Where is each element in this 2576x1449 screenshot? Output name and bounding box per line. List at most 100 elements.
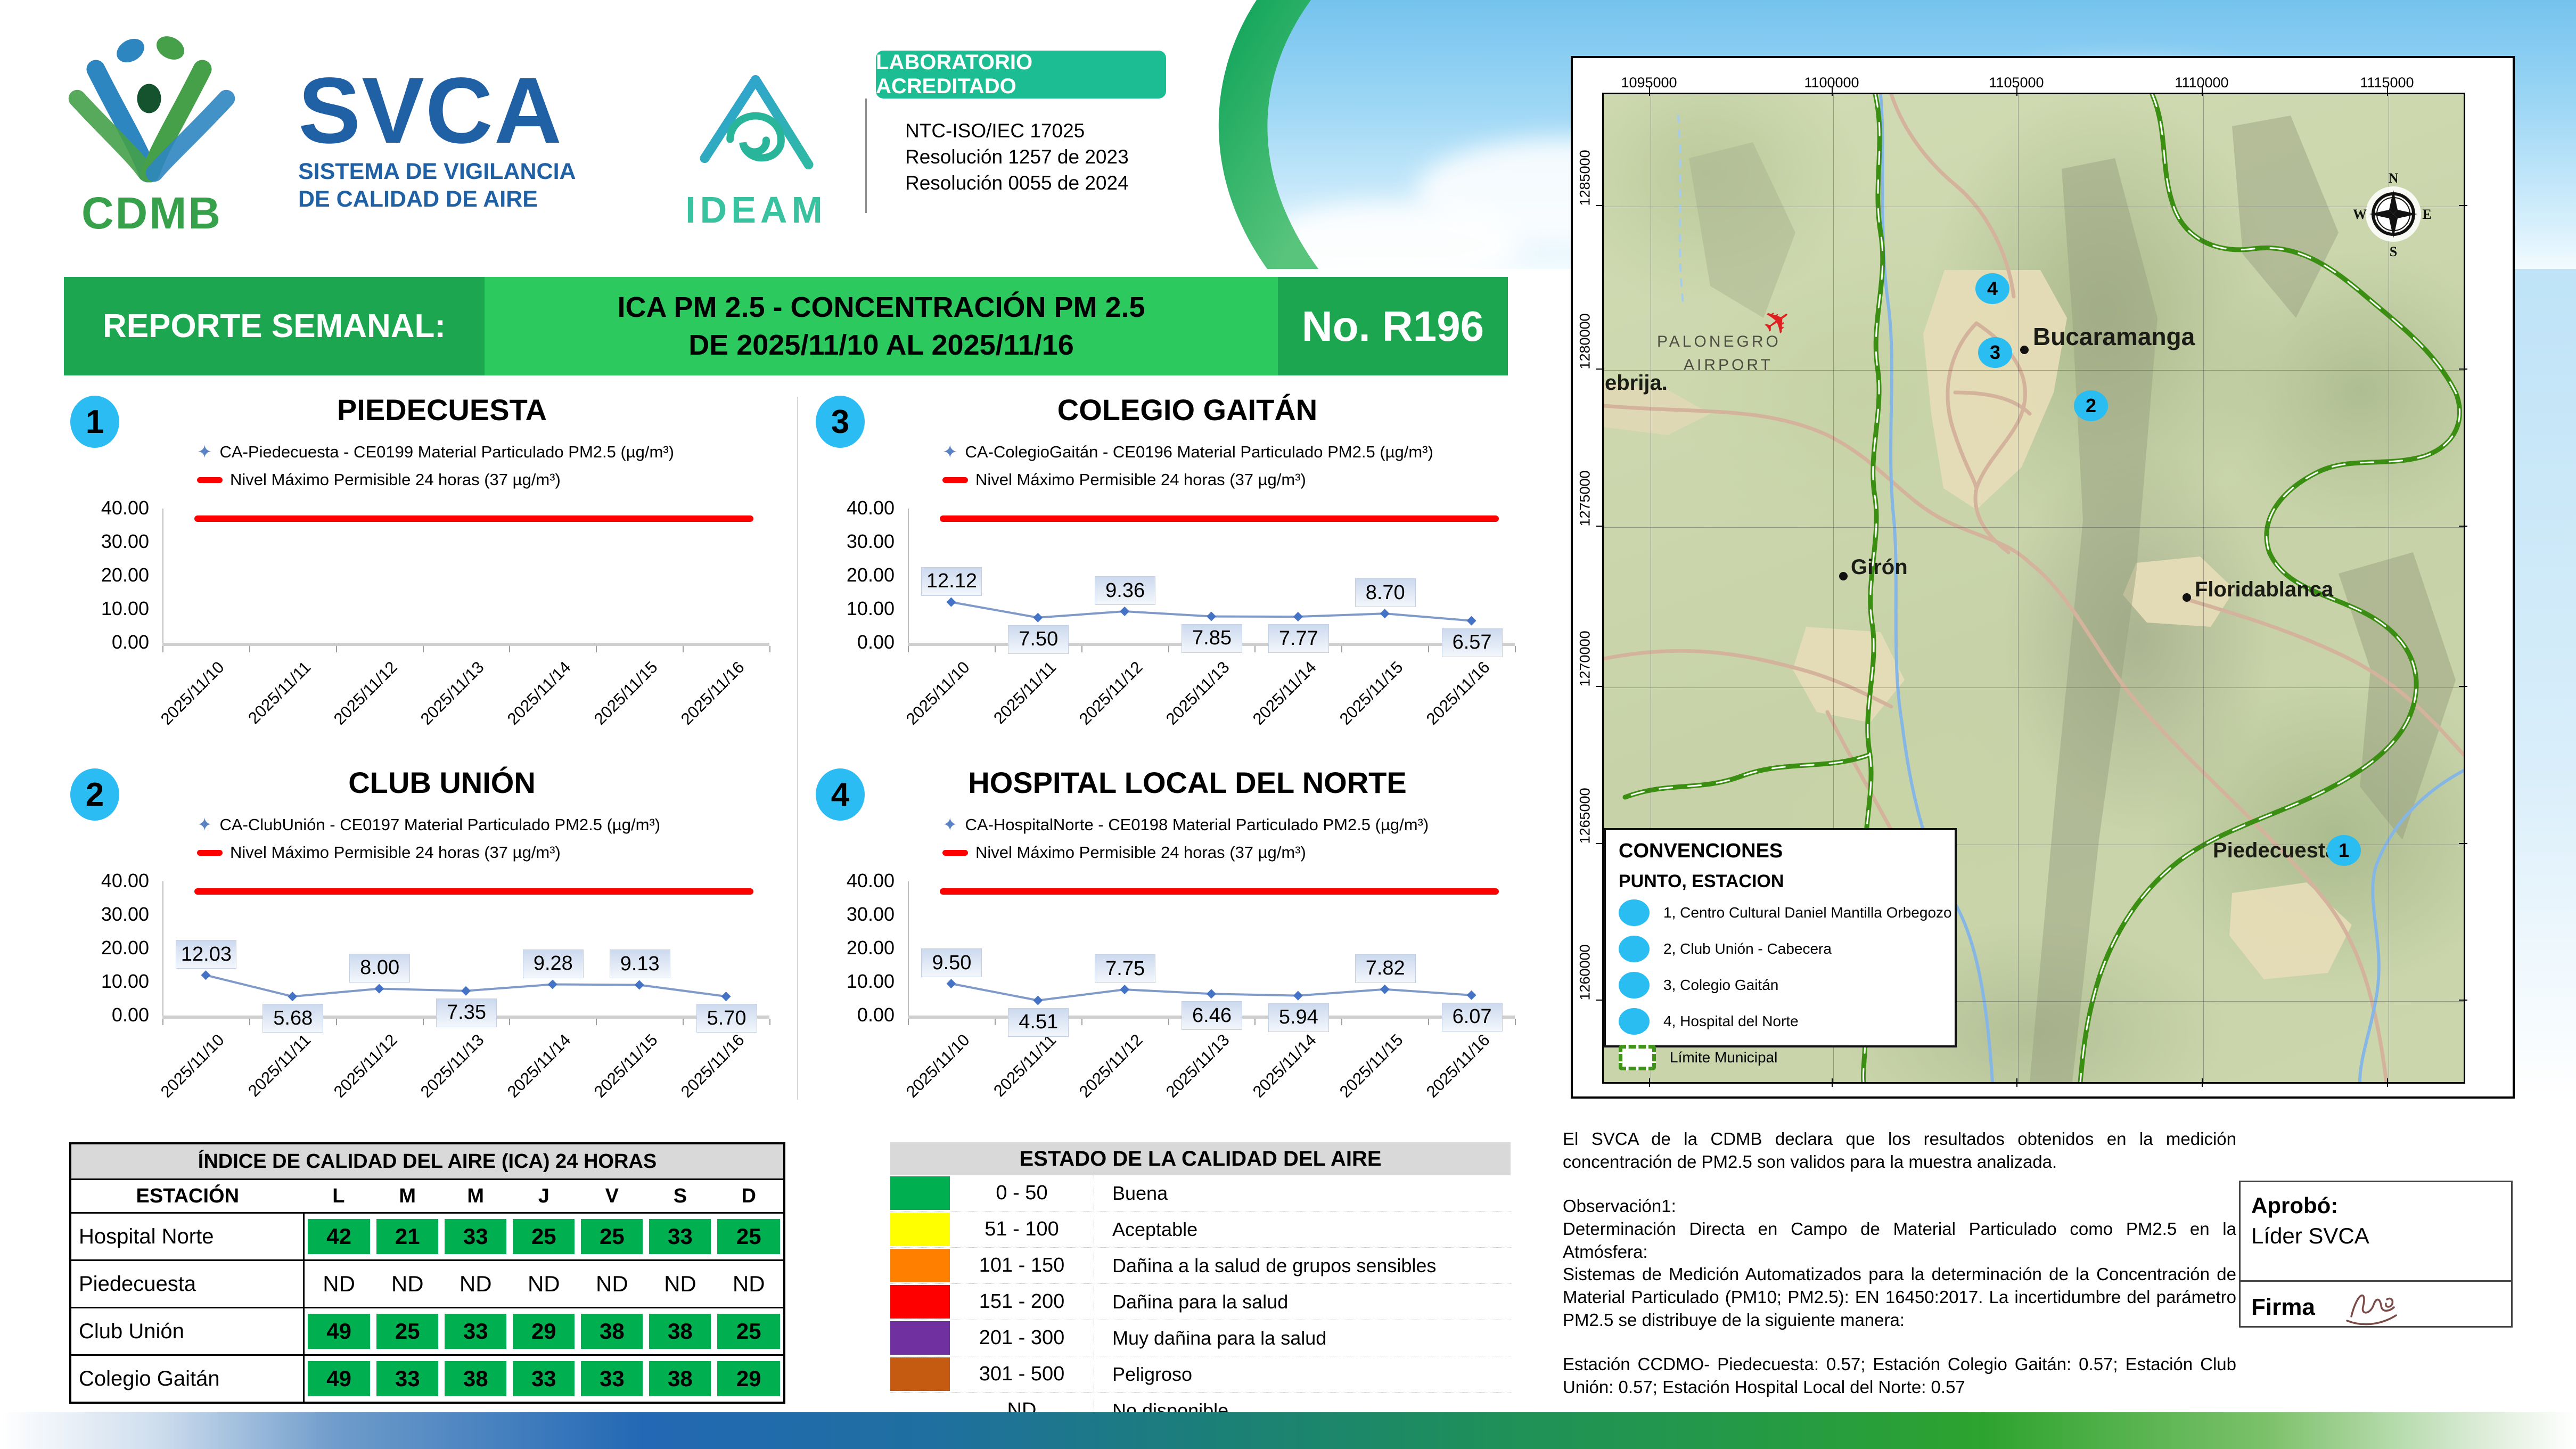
- ica-value-cell: ND: [513, 1266, 575, 1301]
- estado-label: Peligroso: [1094, 1356, 1511, 1392]
- data-point-label: 6.57: [1441, 628, 1503, 657]
- map-y-tickmark: [2459, 686, 2467, 687]
- map-y-coordinate-label: 1270000: [1577, 631, 1593, 687]
- signature-cell: Firma: [2241, 1282, 2511, 1332]
- data-point-label: 4.51: [1008, 1008, 1069, 1037]
- data-point-label: 6.46: [1182, 1001, 1242, 1030]
- ica-value: 49: [303, 1355, 374, 1404]
- estado-range: 101 - 150: [979, 1254, 1065, 1276]
- ideam-logo-icon: [700, 75, 814, 170]
- estado-table-title: ESTADO DE LA CALIDAD DEL AIRE: [890, 1142, 1511, 1175]
- estado-color-swatch: [890, 1249, 950, 1282]
- y-axis-tick-label: 20.00: [101, 564, 149, 586]
- x-axis-date-label: 2025/11/10: [157, 658, 228, 728]
- ica-value-cell: 25: [513, 1219, 575, 1254]
- chart-club-union: 2 CLUB UNIÓN ✦ CA-ClubUnión - CE0197 Mat…: [64, 764, 788, 1132]
- estado-color-swatch: [890, 1285, 950, 1319]
- map-y-tickmark: [2459, 205, 2467, 206]
- y-axis-tick-label: 30.00: [101, 530, 149, 552]
- map-y-tickmark: [2459, 526, 2467, 527]
- ica-day-header: M: [373, 1179, 442, 1214]
- data-series: [946, 597, 1476, 626]
- ica-value: ND: [578, 1260, 646, 1308]
- report-title-line1: ICA PM 2.5 - CONCENTRACIÓN PM 2.5: [617, 291, 1145, 324]
- data-point-label: 9.36: [1095, 576, 1156, 605]
- ica-value: 33: [441, 1307, 510, 1356]
- y-axis-tick-label: 10.00: [101, 597, 149, 619]
- data-point-label: 9.13: [609, 949, 670, 979]
- svca-logo: SVCA SISTEMA DE VIGILANCIA DE CALIDAD DE…: [298, 64, 623, 214]
- x-axis-tickmark: [162, 646, 163, 652]
- ideam-wordmark: IDEAM: [685, 189, 827, 231]
- estado-table-row: 51 - 100 Aceptable: [890, 1211, 1511, 1248]
- ica-day-header: L: [303, 1179, 374, 1214]
- ica-value-cell: ND: [376, 1266, 439, 1301]
- ica-value: 25: [510, 1213, 578, 1261]
- x-axis-tickmark: [422, 646, 424, 652]
- map-y-tickmark: [2459, 843, 2467, 844]
- ica-value-cell: ND: [717, 1266, 780, 1301]
- data-point-label: 8.00: [349, 953, 411, 983]
- ica-value: 33: [510, 1355, 578, 1404]
- ica-value-cell: 38: [445, 1361, 507, 1396]
- ica-value: 25: [373, 1307, 442, 1356]
- map-x-tickmark: [2202, 87, 2203, 96]
- ideam-logo: IDEAM: [674, 69, 839, 231]
- report-type-label: REPORTE SEMANAL:: [64, 277, 485, 375]
- data-point-label: 7.82: [1355, 954, 1416, 983]
- footer-gradient-band: [0, 1412, 2576, 1449]
- map-y-tickmark: [2459, 1000, 2467, 1001]
- declaration-p1: El SVCA de la CDMB declara que los resul…: [1563, 1129, 2236, 1172]
- map-x-tickmark: [2202, 1078, 2203, 1087]
- air-quality-state-table: ESTADO DE LA CALIDAD DEL AIRE 0 - 50 Buena…: [890, 1142, 1511, 1429]
- map-y-coordinate-label: 1265000: [1577, 788, 1593, 844]
- declaration-p5: Estación CCDMO- Piedecuesta: 0.57; Estac…: [1563, 1354, 2236, 1397]
- ica-value: 49: [303, 1307, 374, 1356]
- svca-subtitle-1: SISTEMA DE VIGILANCIA: [298, 159, 576, 184]
- chart-plot-area: 40.00 30.00 20.00 10.00 0.00 2025/11/10 2025/1…: [64, 391, 788, 759]
- ica-value: 33: [441, 1213, 510, 1261]
- ica-value: ND: [373, 1260, 442, 1308]
- approved-label: Aprobó:: [2251, 1193, 2339, 1218]
- estado-range: 301 - 500: [979, 1363, 1065, 1385]
- x-axis-tickmark: [596, 646, 597, 652]
- map-ticks-layer: 1095000 1100000 1105000 1110000 1115000 12850…: [1573, 58, 2513, 1096]
- accreditation-line: Resolución 0055 de 2024: [905, 171, 1129, 194]
- ica-value-cell: 33: [649, 1219, 711, 1254]
- ica-station-name: Club Unión: [70, 1307, 305, 1356]
- map-y-tickmark: [1596, 205, 1604, 206]
- estado-range: 0 - 50: [996, 1182, 1048, 1204]
- ica-station-name: Hospital Norte: [70, 1213, 305, 1261]
- map-y-coordinate-label: 1280000: [1577, 313, 1593, 370]
- estado-label: Muy dañina para la salud: [1094, 1320, 1511, 1356]
- chart-plot-area: 40.00 30.00 20.00 10.00 0.00 2025/11/10 2025/1…: [64, 764, 788, 1132]
- ica-value: 38: [441, 1355, 510, 1404]
- sky-strip: [2509, 269, 2576, 1100]
- ica-value-cell: 29: [717, 1361, 780, 1396]
- report-title: ICA PM 2.5 - CONCENTRACIÓN PM 2.5 DE 202…: [485, 277, 1278, 375]
- map-x-tickmark: [1832, 87, 1833, 96]
- map-y-tickmark: [1596, 1000, 1604, 1001]
- data-point-label: 12.12: [921, 567, 982, 596]
- approval-box: Aprobó: Líder SVCA Firma: [2239, 1181, 2513, 1328]
- x-axis-tickmark: [249, 646, 250, 652]
- signature-icon: [2346, 1294, 2397, 1325]
- ica-value-cell: 38: [581, 1314, 643, 1349]
- ica-value-cell: 21: [376, 1219, 439, 1254]
- data-point-label: 7.35: [436, 998, 497, 1027]
- estado-label: Dañina a la salud de grupos sensibles: [1094, 1248, 1511, 1283]
- map-y-coordinate-label: 1275000: [1577, 470, 1593, 527]
- ica-value-cell: ND: [308, 1266, 371, 1301]
- ica-value: 29: [510, 1307, 578, 1356]
- map-y-coordinate-label: 1285000: [1577, 150, 1593, 206]
- ica-value: 38: [646, 1307, 715, 1356]
- map-y-tickmark: [1596, 369, 1604, 370]
- ica-value: 25: [714, 1213, 784, 1261]
- accreditation-badge: LABORATORIO ACREDITADO: [876, 51, 1166, 99]
- ica-value: 42: [303, 1213, 374, 1261]
- accreditation-line: NTC-ISO/IEC 17025: [905, 120, 1085, 142]
- map-y-tickmark: [1596, 843, 1604, 844]
- ica-value: 38: [646, 1355, 715, 1404]
- ica-value: 29: [714, 1355, 784, 1404]
- ica-value-cell: 25: [581, 1219, 643, 1254]
